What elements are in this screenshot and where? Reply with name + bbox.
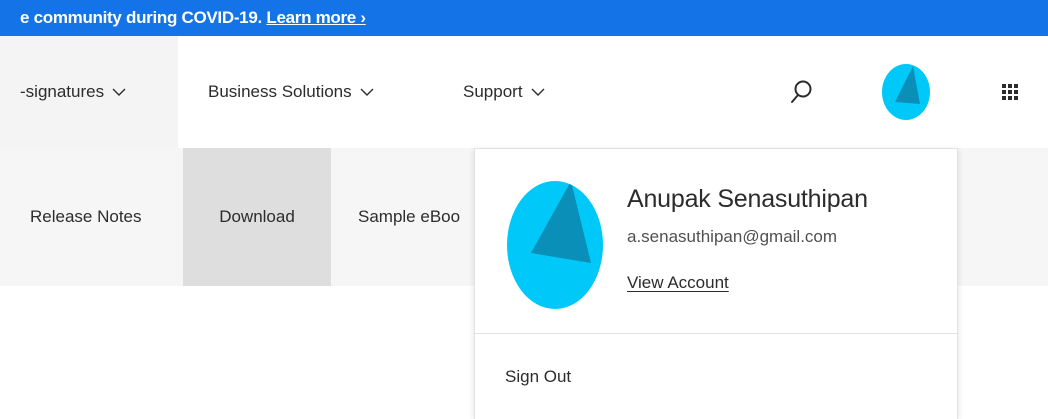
announcement-banner: e community during COVID-19. Learn more … (0, 0, 1048, 36)
profile-name: Anupak Senasuthipan (627, 185, 868, 213)
search-button[interactable] (784, 74, 820, 110)
avatar-icon (882, 64, 930, 120)
nav-item-support[interactable]: Support (463, 36, 545, 148)
chevron-down-icon (531, 88, 545, 96)
subnav-item-download[interactable]: Download (183, 148, 331, 286)
top-navigation: -signatures Business Solutions Support (0, 36, 1048, 148)
chevron-down-icon (112, 88, 126, 96)
profile-email: a.senasuthipan@gmail.com (627, 227, 838, 246)
view-account-link[interactable]: View Account (627, 273, 729, 293)
banner-text: e community during COVID-19. Learn more … (0, 8, 366, 28)
nav-item-label: Business Solutions (208, 82, 352, 101)
profile-avatar-button[interactable] (882, 64, 930, 120)
app-grid-icon (1002, 84, 1018, 100)
nav-item-label: -signatures (20, 82, 105, 101)
sign-out-button[interactable]: Sign Out (505, 367, 571, 387)
dropdown-divider (475, 333, 957, 334)
subnav-item-label: Release Notes (30, 207, 142, 226)
learn-more-link[interactable]: Learn more › (266, 8, 366, 27)
subnav-item-label: Sample eBoo (358, 207, 461, 226)
nav-item-signatures[interactable]: -signatures (20, 36, 126, 148)
profile-avatar-icon (507, 181, 603, 309)
subnav-item-release-notes[interactable]: Release Notes (30, 148, 142, 286)
nav-item-business-solutions[interactable]: Business Solutions (208, 36, 374, 148)
search-icon (791, 80, 812, 103)
subnav-item-sample-ebooks[interactable]: Sample eBoo (358, 148, 460, 286)
app-switcher-button[interactable] (994, 78, 1024, 108)
chevron-down-icon (360, 88, 374, 96)
banner-message: e community during COVID-19. (20, 8, 262, 27)
nav-item-label: Support (463, 82, 523, 101)
subnav-item-label: Download (219, 207, 295, 226)
profile-dropdown: Anupak Senasuthipan a.senasuthipan@gmail… (474, 148, 958, 419)
